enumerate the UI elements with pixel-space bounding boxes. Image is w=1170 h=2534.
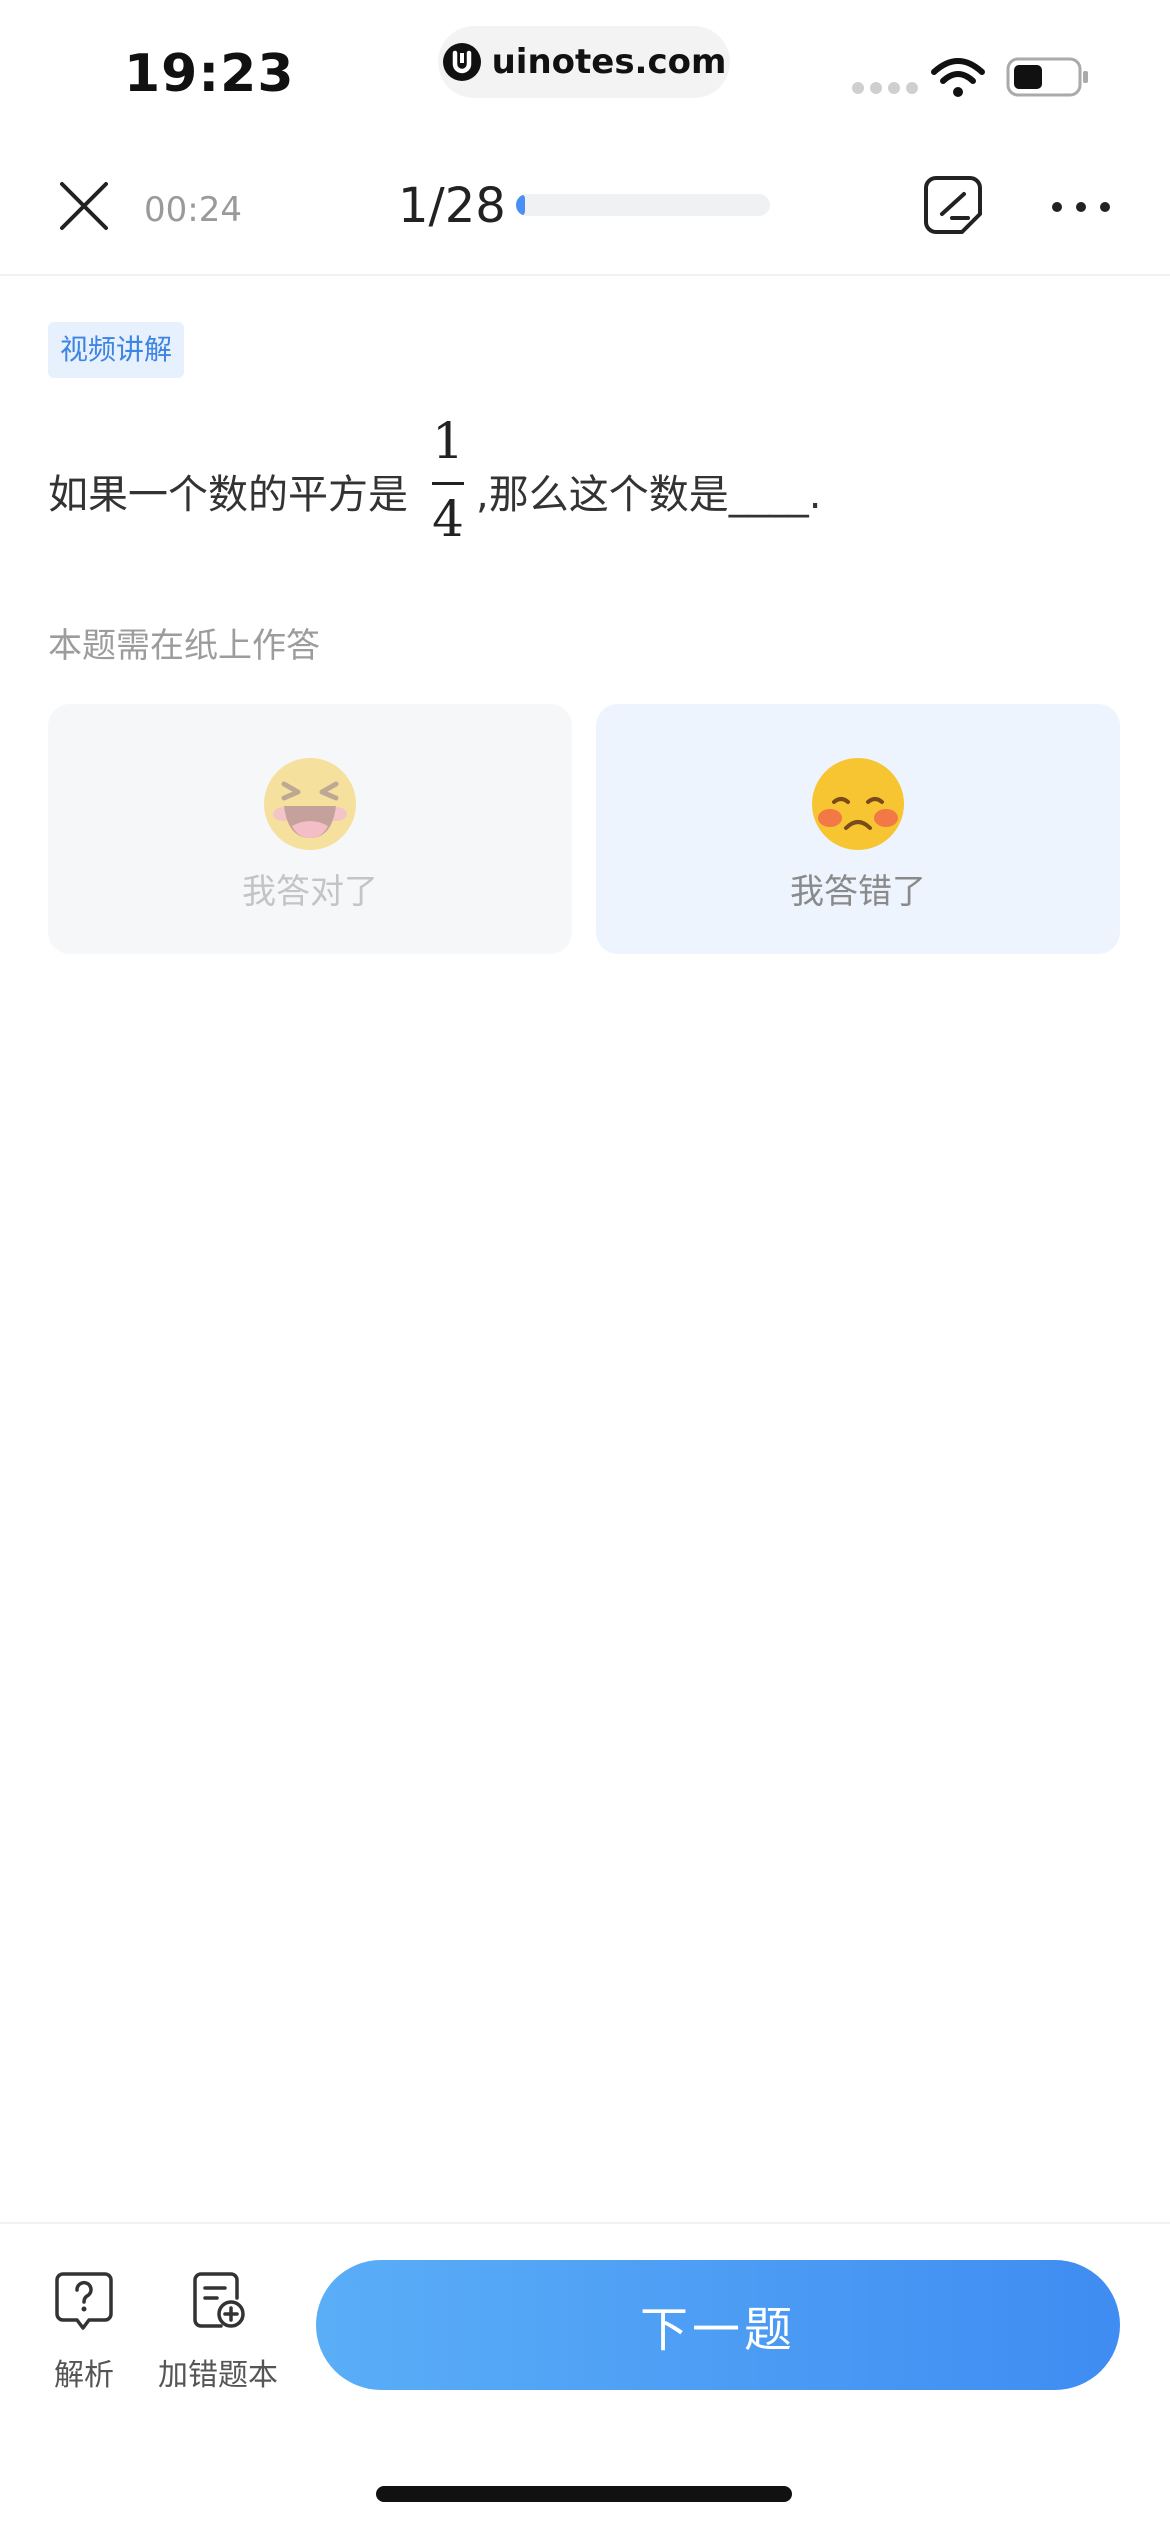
analysis-label: 解析	[54, 2358, 114, 2393]
question-text-before: 如果一个数的平方是	[48, 472, 408, 518]
add-to-wrong-notebook-button[interactable]: 加错题本	[150, 2270, 286, 2394]
more-icon[interactable]	[1050, 200, 1112, 214]
close-icon[interactable]	[56, 178, 112, 234]
add-to-wrong-notebook-label: 加错题本	[158, 2358, 278, 2393]
laughing-emoji-icon	[264, 758, 356, 850]
question-text-after: ,那么这个数是____.	[476, 472, 822, 518]
add-to-notebook-icon	[193, 2272, 245, 2328]
progress-bar	[516, 194, 770, 216]
answered-correct-label: 我答对了	[242, 872, 378, 912]
answered-correct-button[interactable]: 我答对了	[48, 704, 572, 954]
fraction-numerator: 1	[432, 412, 464, 470]
question-bubble-icon	[55, 2272, 113, 2330]
answered-wrong-button[interactable]: 我答错了	[596, 704, 1120, 954]
next-question-button[interactable]: 下一题	[316, 2260, 1120, 2390]
answered-wrong-label: 我答错了	[790, 872, 926, 912]
elapsed-timer: 00:24	[144, 190, 242, 230]
fraction-bar	[432, 482, 464, 485]
question-progress-count: 1/28	[398, 178, 506, 234]
cellular-signal-icon	[852, 82, 918, 94]
top-toolbar: 00:24 1/28	[0, 150, 1170, 276]
status-time: 19:23	[124, 44, 295, 104]
home-indicator	[376, 2486, 792, 2502]
url-text: uinotes.com	[491, 42, 727, 82]
question-text: 如果一个数的平方是 1 4 ,那么这个数是____.	[48, 412, 1128, 562]
fraction-denominator: 4	[432, 490, 464, 548]
video-explanation-tag[interactable]: 视频讲解	[48, 322, 185, 378]
answer-on-paper-hint: 本题需在纸上作答	[48, 626, 320, 666]
battery-icon	[1006, 57, 1088, 97]
status-bar: 19:23 uinotes.com	[0, 0, 1170, 150]
progress-bar-fill	[516, 194, 526, 216]
sad-emoji-icon	[812, 758, 904, 850]
next-question-label: 下一题	[639, 2304, 796, 2357]
wifi-icon	[931, 58, 985, 97]
note-edit-icon[interactable]	[922, 174, 984, 236]
analysis-button[interactable]: 解析	[44, 2270, 124, 2394]
site-logo-icon	[442, 43, 481, 81]
url-pill[interactable]: uinotes.com	[438, 26, 730, 98]
